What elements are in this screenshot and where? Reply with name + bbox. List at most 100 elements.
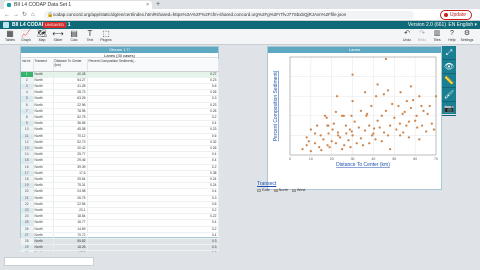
settings-icon: ⚙ <box>463 30 471 37</box>
slider-button[interactable]: ⟷ Slider <box>51 30 65 44</box>
url-field[interactable]: 🔒 codap.concord.org/app/static/dg/en/cer… <box>44 11 414 19</box>
scatter-plot[interactable]: 0 10 20 30 40 50 60 70 Distance To Center (km) Pe… <box>268 53 441 175</box>
ruler-icon[interactable]: 📏 <box>442 74 456 88</box>
legend-item[interactable]: East <box>257 188 270 192</box>
column-header[interactable]: ind ex <box>21 59 34 72</box>
x-tick-label: 60 <box>413 157 417 161</box>
data-point <box>365 114 368 117</box>
column-header[interactable]: Distance To Center (km) <box>53 59 88 72</box>
browser-tab-bar: BII L4 CODAP Data Set 1 × + <box>0 0 480 9</box>
x-tick-label: 40 <box>371 157 375 161</box>
help-label: Help <box>448 38 456 42</box>
legend-label: East <box>262 188 270 192</box>
minimized-tab[interactable] <box>4 257 94 266</box>
settings-button[interactable]: ⚙ Settings <box>460 30 474 44</box>
legend-item[interactable]: North <box>273 188 288 192</box>
data-point <box>341 114 344 117</box>
plugins-icon: ⬚ <box>102 29 110 38</box>
help-button[interactable]: ? Help <box>445 30 459 44</box>
data-point <box>380 114 383 117</box>
data-point <box>425 130 428 133</box>
brush-icon[interactable]: 🖌 <box>442 88 456 102</box>
browser-tab[interactable]: BII L4 CODAP Data Set 1 × <box>4 1 152 9</box>
reload-icon[interactable]: ↻ <box>22 11 27 19</box>
browser-tab-title: BII L4 CODAP Data Set 1 <box>14 2 72 8</box>
url-text: codap.concord.org/app/static/dg/en/cert/… <box>53 12 347 17</box>
rescale-icon[interactable]: ⤢ <box>442 46 456 60</box>
graph-tool-strip: ⤢ 👁 📏 🖌 📷 <box>442 46 456 116</box>
data-point <box>378 126 381 129</box>
footer-area <box>0 252 480 270</box>
data-point <box>397 104 400 108</box>
x-tick-label: 20 <box>330 157 334 161</box>
data-point <box>320 148 323 152</box>
data-point <box>418 138 421 141</box>
undo-icon: ↶ <box>404 30 410 37</box>
case-table-panel[interactable]: Stream 1 Ti Lanes (30 cases) ind ex Trans… <box>20 46 219 258</box>
undo-button[interactable]: ↶ Undo <box>400 30 414 44</box>
data-point <box>382 131 386 134</box>
browser-update-button[interactable]: Update <box>439 10 472 20</box>
data-point <box>322 138 325 141</box>
redo-label: Redo <box>417 38 427 42</box>
graph-button[interactable]: 📈 Graph <box>19 30 33 44</box>
data-point <box>326 124 329 127</box>
data-point <box>361 144 365 147</box>
data-point <box>334 110 337 113</box>
data-point <box>409 106 413 110</box>
data-point <box>389 148 392 151</box>
data-point <box>386 89 390 92</box>
language-menu[interactable]: EN English ▾ <box>448 21 477 29</box>
map-button[interactable]: 🗺 Map <box>35 30 49 44</box>
data-point <box>305 136 308 139</box>
calc-button[interactable]: ▤ Calc <box>67 30 81 44</box>
data-point <box>366 112 369 115</box>
unsaved-badge: UNSAVED <box>43 22 67 28</box>
data-point <box>399 91 402 94</box>
tables-button[interactable]: ▦ Tables <box>3 30 17 44</box>
camera-icon[interactable]: 📷 <box>442 102 456 116</box>
toolbar: ▦ Tables 📈 Graph 🗺 Map ⟷ Slider ▤ Calc T Text ⬚ Plugi… <box>0 29 480 45</box>
legend: East North West <box>257 188 310 192</box>
data-point <box>336 131 340 134</box>
data-point <box>371 134 374 137</box>
data-point <box>372 132 375 135</box>
data-point <box>316 124 319 127</box>
data-point <box>411 99 415 102</box>
legend-title[interactable]: Transect <box>257 181 276 187</box>
data-point <box>395 128 398 131</box>
data-point <box>334 142 337 145</box>
tab-close-icon[interactable]: × <box>146 1 149 9</box>
plugins-button[interactable]: ⬚ Plugins <box>99 30 113 44</box>
data-point <box>405 124 408 127</box>
data-point <box>331 128 334 131</box>
update-alert-icon <box>443 12 448 17</box>
new-tab-icon[interactable]: + <box>156 0 160 9</box>
column-header[interactable]: Transect <box>33 59 54 72</box>
data-point <box>399 134 402 137</box>
back-icon[interactable]: ← <box>4 11 10 19</box>
redo-button: ↷ Redo <box>415 30 429 44</box>
home-icon[interactable]: ⌂ <box>31 11 35 19</box>
calc-label: Calc <box>70 38 78 42</box>
data-point <box>415 114 418 117</box>
calc-icon: ▤ <box>70 29 78 38</box>
data-point <box>330 140 333 143</box>
hide-show-icon[interactable]: 👁 <box>442 60 456 74</box>
data-point <box>347 139 350 142</box>
data-point <box>370 104 373 108</box>
data-point <box>407 120 410 123</box>
graph-icon: 📈 <box>21 29 31 38</box>
forward-icon[interactable]: → <box>13 11 19 19</box>
graph-panel[interactable]: Lanes 0 10 20 30 40 50 60 70 Distance To Center … <box>267 46 442 190</box>
tile-button[interactable]: ▥ Tiles <box>430 30 444 44</box>
data-point <box>380 140 383 143</box>
text-button[interactable]: T Text <box>83 30 97 44</box>
data-point <box>389 124 392 127</box>
slider-label: Slider <box>53 38 63 42</box>
data-point <box>359 109 363 113</box>
legend-item[interactable]: West <box>291 188 306 192</box>
codap-menu-icon[interactable] <box>3 22 9 28</box>
legend-label: West <box>296 188 306 192</box>
column-header[interactable]: Percent Composition Sediment(... <box>87 59 219 72</box>
